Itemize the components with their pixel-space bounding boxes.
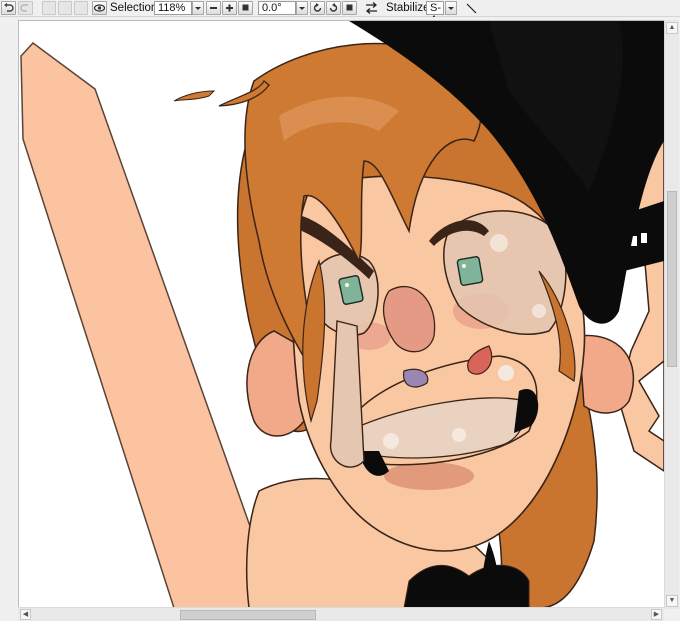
zoom-out-button[interactable] [206, 1, 221, 15]
zoom-in-button[interactable] [222, 1, 237, 15]
zoom-reset-button[interactable] [238, 1, 253, 15]
eye-icon [93, 4, 106, 12]
redo-button[interactable] [18, 1, 33, 15]
rotation-field[interactable]: 0.0° [258, 1, 296, 15]
scroll-right-arrow-icon[interactable]: ▶ [651, 609, 662, 620]
stabilizer-dropdown-button[interactable] [445, 1, 457, 15]
plus-icon [226, 4, 233, 12]
rotation-dropdown-button[interactable] [296, 1, 308, 15]
flip-button[interactable] [364, 1, 379, 15]
artwork [19, 21, 664, 608]
scroll-left-arrow-icon[interactable]: ◀ [20, 609, 31, 620]
selection-view-toggle[interactable] [92, 1, 107, 15]
toolbar-button-disabled-3[interactable] [74, 1, 88, 15]
scrollbar-corner [664, 609, 678, 620]
chevron-down-icon [195, 7, 201, 10]
scroll-down-arrow-icon[interactable]: ▼ [666, 595, 678, 607]
scroll-up-arrow-icon[interactable]: ▲ [666, 22, 678, 34]
line-tool-button[interactable] [464, 1, 478, 15]
horizontal-scrollbar[interactable]: ◀ ▶ [18, 607, 664, 621]
stabilizer-field[interactable]: S-4 [426, 1, 444, 26]
redo-icon [20, 4, 28, 12]
rotate-right-icon [329, 3, 338, 12]
undo-icon [4, 2, 14, 12]
undo-button[interactable] [1, 1, 16, 15]
rotate-right-button[interactable] [326, 1, 341, 15]
zoom-field[interactable]: 118% [154, 1, 192, 15]
vertical-scrollbar-thumb[interactable] [667, 191, 677, 367]
selection-label: Selection [110, 2, 158, 14]
rotate-left-icon [313, 3, 322, 12]
line-icon [466, 3, 477, 14]
flip-arrows-icon [365, 2, 378, 14]
drawing-canvas[interactable] [18, 20, 665, 609]
zoom-dropdown-button[interactable] [192, 1, 204, 15]
rotate-reset-button[interactable] [342, 1, 357, 15]
chevron-down-icon [448, 7, 454, 10]
toolbar: Selection 118% 0.0° Stabilizer S-4 [0, 0, 680, 26]
toolbar-button-disabled-1[interactable] [42, 1, 56, 15]
horizontal-scrollbar-thumb[interactable] [180, 610, 316, 620]
left-panel-strip [0, 17, 18, 621]
canvas-viewport: ▲ ▼ ◀ ▶ [0, 17, 680, 621]
minus-icon [210, 7, 217, 9]
square-icon [242, 4, 249, 11]
toolbar-button-disabled-2[interactable] [58, 1, 72, 15]
square-icon [346, 4, 353, 11]
chevron-down-icon [299, 7, 305, 10]
vertical-scrollbar[interactable]: ▲ ▼ [664, 20, 679, 609]
rotate-left-button[interactable] [310, 1, 325, 15]
